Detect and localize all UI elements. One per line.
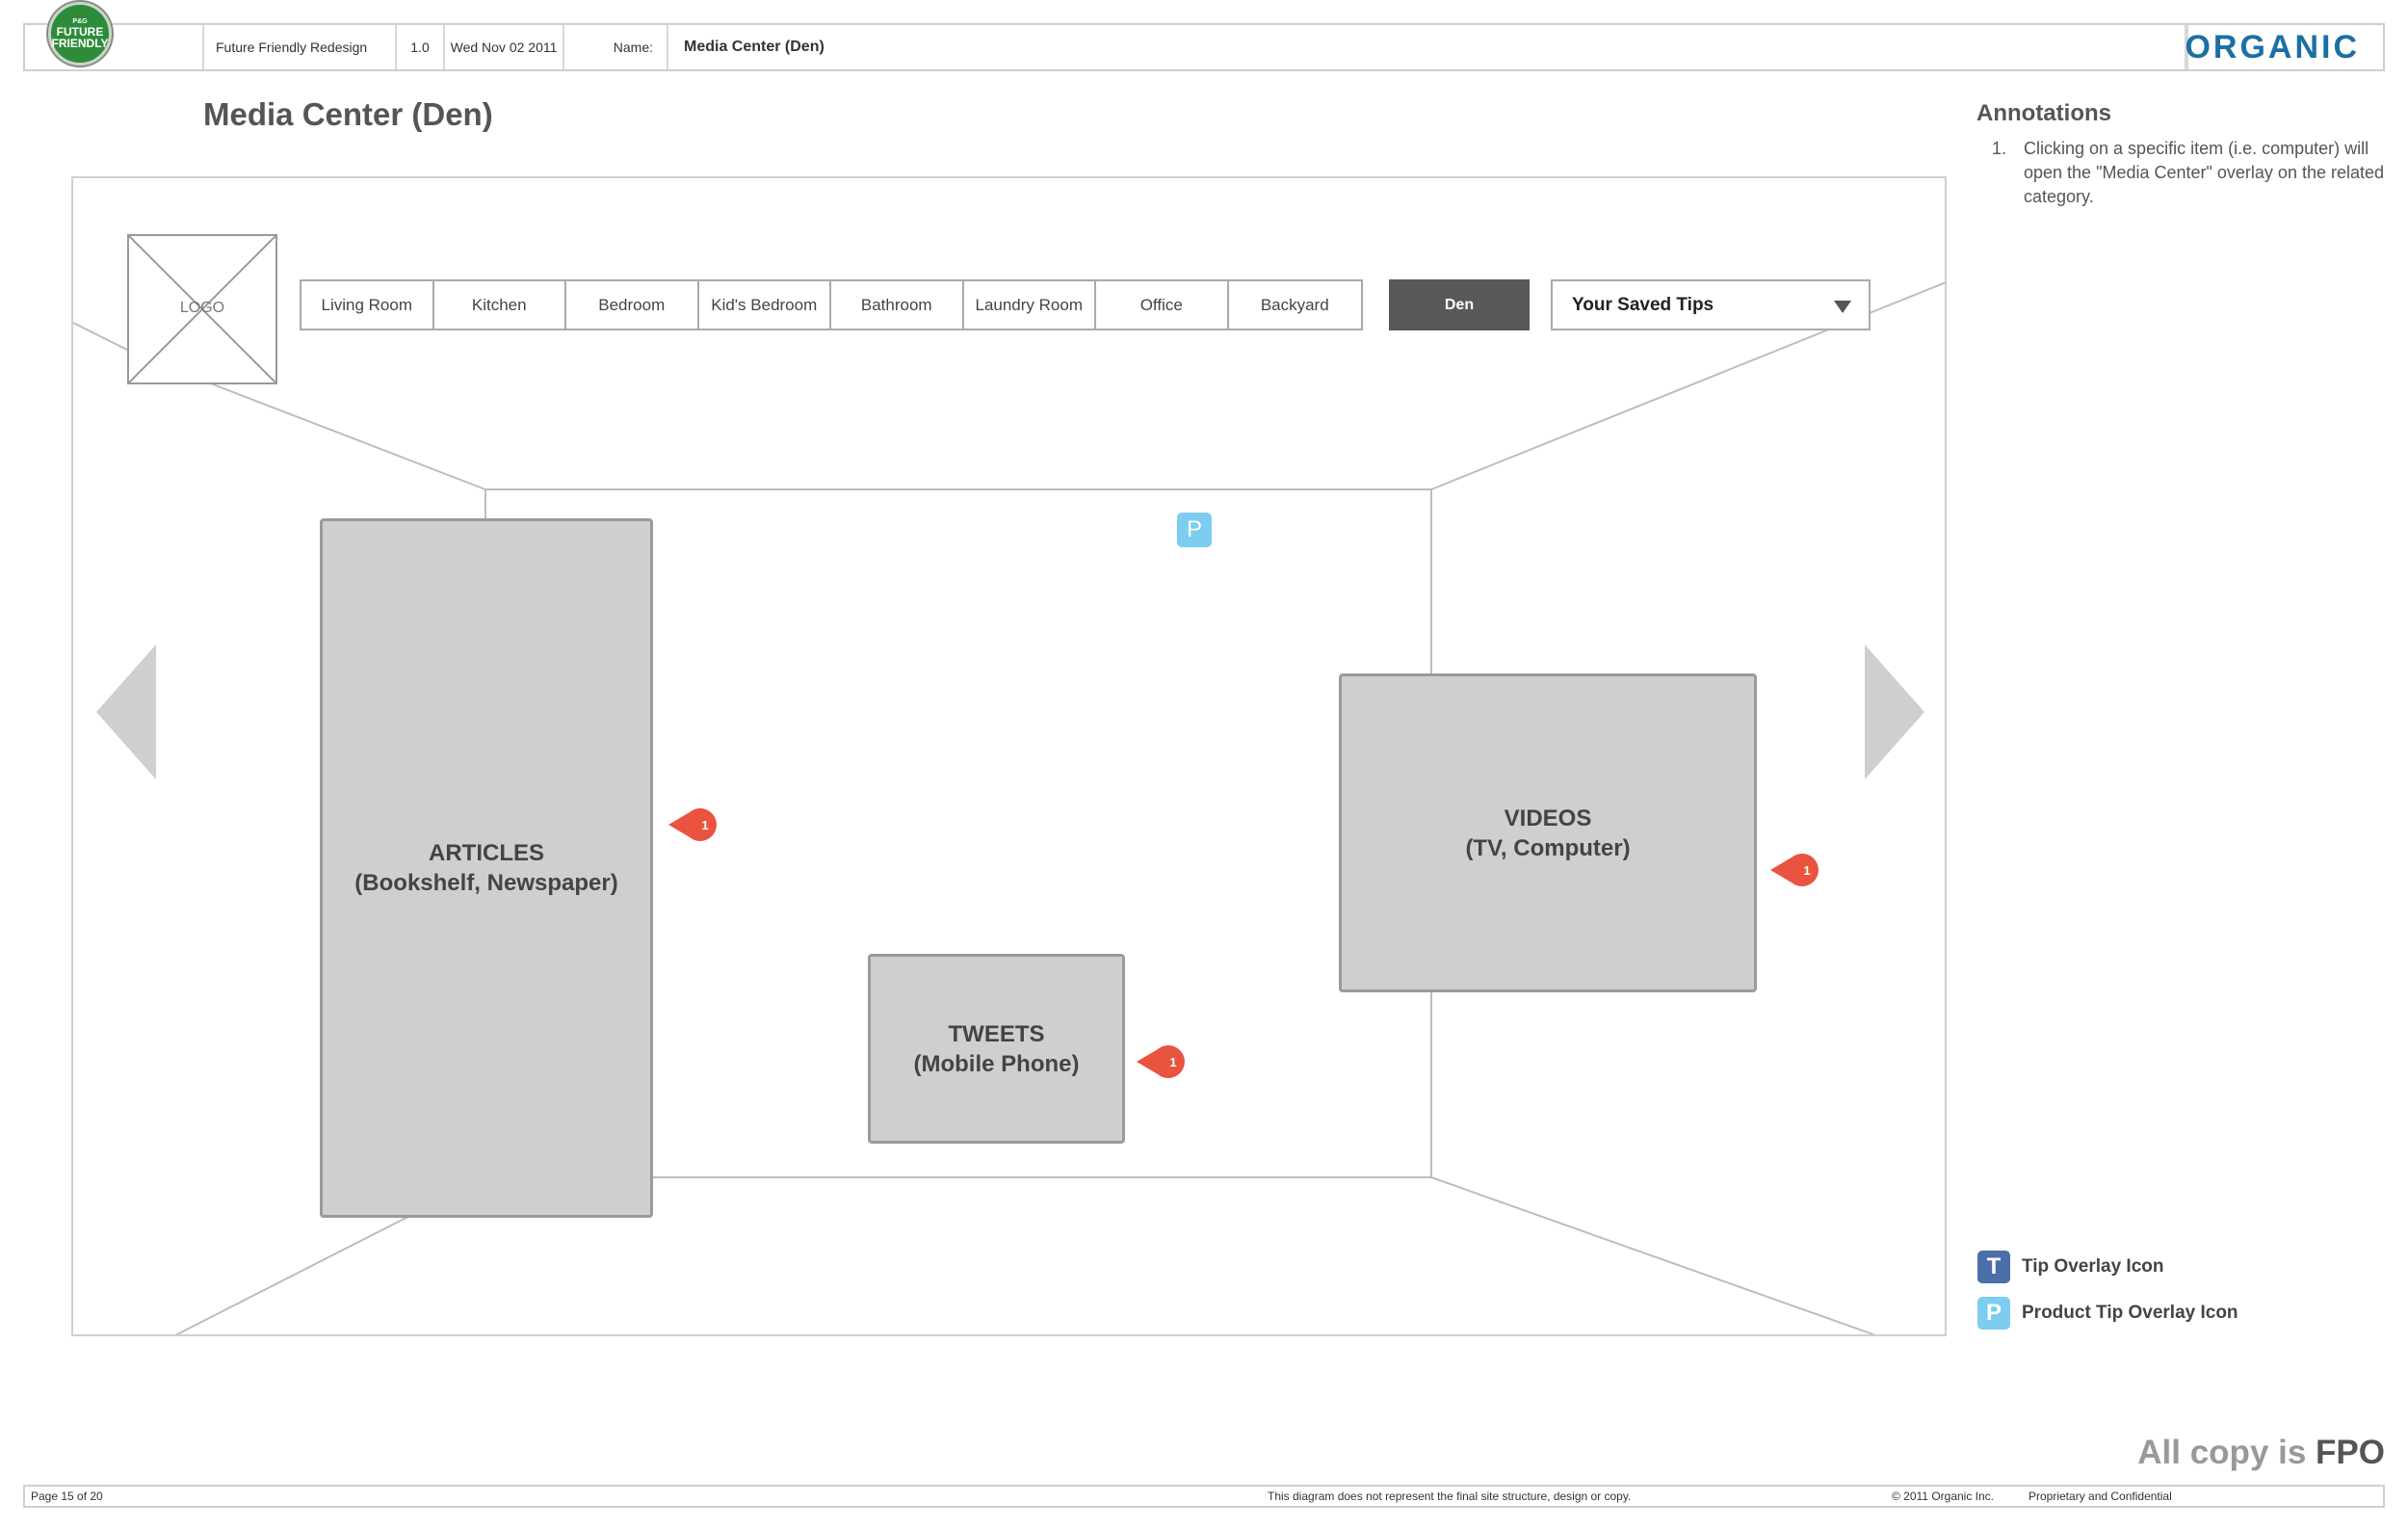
badge-line3: FRIENDLY [51, 37, 109, 50]
chevron-down-icon [1834, 301, 1851, 313]
articles-subtitle: (Bookshelf, Newspaper) [354, 870, 618, 896]
annotation-pin-videos: 1 [1770, 854, 1820, 886]
tip-overlay-icon: T [1977, 1251, 2010, 1283]
annotation-pin-label: 1 [1169, 1054, 1177, 1069]
name-label: Name: [564, 25, 668, 69]
videos-subtitle: (TV, Computer) [1465, 834, 1631, 861]
videos-item[interactable]: VIDEOS (TV, Computer) [1339, 673, 1757, 992]
fpo-notice: All copy is FPO [2137, 1434, 2385, 1472]
tip-overlay-label: Tip Overlay Icon [2022, 1256, 2164, 1277]
tweets-subtitle: (Mobile Phone) [913, 1050, 1080, 1077]
previous-room-arrow-icon[interactable] [96, 645, 156, 779]
tweets-item[interactable]: TWEETS (Mobile Phone) [868, 954, 1125, 1144]
product-tip-overlay-icon: P [1977, 1297, 2010, 1330]
version: 1.0 [397, 25, 445, 69]
legend-tip-overlay: T Tip Overlay Icon [1977, 1251, 2163, 1283]
date: Wed Nov 02 2011 [445, 25, 564, 69]
saved-tips-dropdown[interactable]: Your Saved Tips [1551, 279, 1871, 330]
annotation-item: 1. Clicking on a specific item (i.e. com… [1992, 137, 2396, 209]
project-name: Future Friendly Redesign [204, 25, 397, 69]
fpo-prefix: All copy is [2137, 1434, 2316, 1471]
tab-den[interactable]: Den [1389, 279, 1530, 330]
tab-kids-bedroom[interactable]: Kid's Bedroom [699, 281, 831, 329]
footer-confidential: Proprietary and Confidential [2028, 1489, 2172, 1503]
next-room-arrow-icon[interactable] [1865, 645, 1924, 779]
organic-logo: ORGANIC [2185, 29, 2360, 66]
tab-backyard[interactable]: Backyard [1229, 281, 1362, 329]
tab-bathroom[interactable]: Bathroom [831, 281, 964, 329]
tweets-title: TWEETS [948, 1020, 1045, 1047]
tab-bedroom[interactable]: Bedroom [566, 281, 699, 329]
annotation-number: 1. [1992, 139, 2007, 158]
annotation-pin-label: 1 [701, 817, 709, 832]
saved-tips-label: Your Saved Tips [1572, 294, 1714, 315]
logo-placeholder[interactable]: LOGO [127, 234, 277, 384]
future-friendly-badge-icon: P&G FUTURE FRIENDLY [48, 2, 112, 66]
annotation-pin-tweets: 1 [1137, 1045, 1187, 1078]
articles-item[interactable]: ARTICLES (Bookshelf, Newspaper) [320, 518, 653, 1218]
annotation-pin-articles: 1 [668, 808, 719, 841]
room-tabs: Living Room Kitchen Bedroom Kid's Bedroo… [300, 279, 1363, 330]
fpo-emphasis: FPO [2316, 1434, 2385, 1471]
room-canvas: LOGO Living Room Kitchen Bedroom Kid's B… [71, 176, 1947, 1336]
videos-title: VIDEOS [1504, 804, 1592, 831]
annotation-pin-label: 1 [1803, 862, 1811, 878]
tab-kitchen[interactable]: Kitchen [434, 281, 566, 329]
annotation-text: Clicking on a specific item (i.e. comput… [2024, 139, 2385, 206]
footer-copyright: © 2011 Organic Inc. [1892, 1489, 1995, 1503]
product-tip-overlay-label: Product Tip Overlay Icon [2022, 1303, 2238, 1323]
logo-label: LOGO [179, 300, 225, 316]
page-title: Media Center (Den) [203, 96, 493, 132]
articles-title: ARTICLES [429, 840, 544, 866]
annotations-title: Annotations [1976, 100, 2111, 126]
header-bar: Future Friendly Redesign 1.0 Wed Nov 02 … [23, 23, 2385, 71]
footer-bar: Page 15 of 20 This diagram does not repr… [23, 1485, 2385, 1508]
tab-laundry-room[interactable]: Laundry Room [964, 281, 1096, 329]
page-number: Page 15 of 20 [31, 1489, 103, 1503]
product-tip-icon[interactable]: P [1177, 513, 1212, 547]
tab-office[interactable]: Office [1096, 281, 1229, 329]
legend-product-tip-overlay: P Product Tip Overlay Icon [1977, 1297, 2238, 1330]
footer-disclaimer: This diagram does not represent the fina… [1268, 1489, 1632, 1503]
tab-living-room[interactable]: Living Room [301, 281, 434, 329]
name-value: Media Center (Den) [668, 25, 2186, 69]
